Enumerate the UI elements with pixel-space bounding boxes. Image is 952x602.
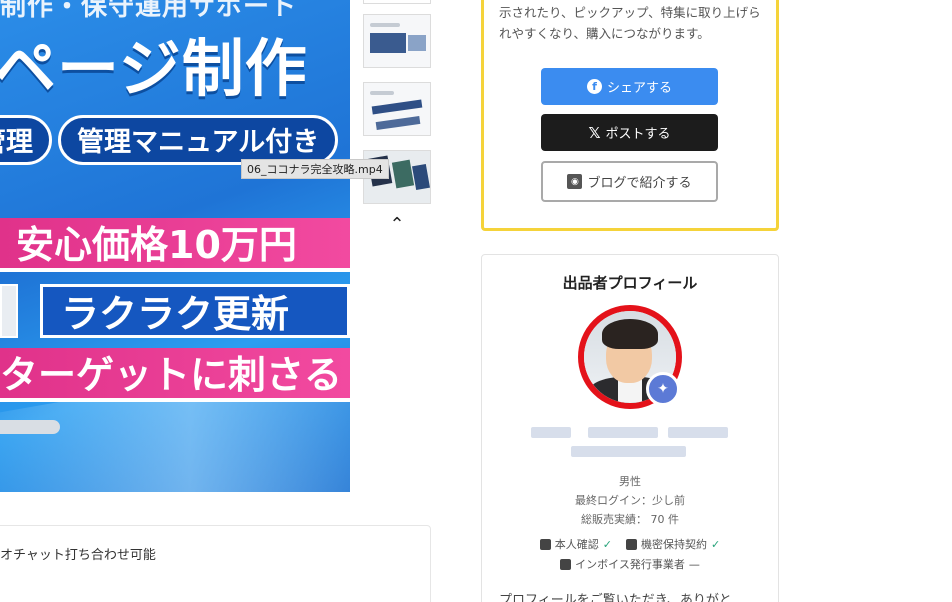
product-hero-image[interactable]: 制作・保守運用サポート ページ制作 管理 管理マニュアル付き 安心価格10万円 … (0, 0, 350, 492)
avatar-hair (602, 319, 658, 349)
identity-verified-label: 本人確認 (554, 538, 599, 551)
hero-tag-manual: 管理マニュアル付き (58, 115, 339, 165)
invoice-label: インボイス発行事業者 (575, 558, 685, 571)
check-icon: ✓ (711, 537, 721, 551)
chat-availability-text: オチャット打ち合わせ可能 (0, 548, 156, 563)
blurred-name (668, 427, 728, 438)
device-illustration (0, 284, 18, 338)
chevron-up-icon[interactable]: ⌃ (386, 214, 408, 236)
invoice-row: インボイス発行事業者 — (481, 556, 779, 572)
rank-badge-icon: ✦ (646, 372, 680, 406)
blurred-name (531, 427, 571, 438)
thumbnail-2[interactable] (363, 82, 431, 136)
facebook-share-button[interactable]: f シェアする (541, 68, 718, 105)
dash-icon: — (688, 557, 700, 571)
lock-icon (626, 538, 637, 550)
thumb-block (371, 99, 423, 115)
id-card-icon (539, 538, 551, 550)
facebook-share-label: シェアする (606, 81, 672, 96)
hero-tag-management: 管理 (0, 115, 52, 165)
hero-price-stripe: 安心価格10万円 (0, 218, 350, 272)
rss-icon: ◉ (567, 174, 583, 189)
share-description: 示されたり、ピックアップ、特集に取り上げられやすくなり、購入につながります。 (499, 5, 761, 41)
hero-target-stripe: ターゲットに刺さる (0, 348, 350, 402)
thumbnail-1[interactable] (363, 14, 431, 68)
blog-share-label: ブログで紹介する (587, 176, 692, 191)
hero-update-stripe: ラクラク更新 (40, 284, 350, 338)
x-logo-icon: 𝕏 (588, 123, 601, 142)
x-post-label: ポストする (605, 127, 671, 142)
video-filename-tooltip: 06_ココナラ完全攻略.mp4 (241, 159, 389, 179)
blurred-name (588, 427, 658, 438)
thumb-line (370, 23, 400, 27)
invoice-badge: インボイス発行事業者 — (560, 556, 700, 572)
blurred-headline (571, 446, 686, 457)
hero-title: ページ制作 (0, 32, 308, 105)
facebook-icon: f (586, 79, 602, 94)
verification-row: 本人確認 ✓ 機密保持契約 ✓ (481, 536, 779, 552)
seller-gender: 男性 (619, 475, 641, 488)
seller-total-sales: 総販売実績： 70 件 (581, 513, 679, 526)
profile-intro-text: プロフィールをご覧いただき、ありがと (499, 593, 732, 602)
thumb-line (370, 91, 394, 95)
laptop-illustration (0, 420, 60, 434)
thumb-block (375, 115, 421, 131)
x-post-button[interactable]: 𝕏 ポストする (541, 114, 718, 151)
check-icon: ✓ (602, 537, 612, 551)
nda-badge: 機密保持契約 ✓ (626, 536, 720, 552)
thumb-block (408, 35, 426, 51)
avatar-shirt (618, 379, 642, 403)
document-icon (560, 558, 572, 570)
thumb-block (370, 33, 406, 53)
seller-last-login: 最終ログイン：少し前 (575, 494, 685, 507)
service-feature-box (0, 525, 431, 602)
thumbnail-partial[interactable] (363, 0, 431, 4)
nda-label: 機密保持契約 (641, 538, 707, 551)
identity-verified-badge: 本人確認 ✓ (539, 536, 612, 552)
profile-title: 出品者プロフィール (562, 274, 698, 292)
blog-share-button[interactable]: ◉ ブログで紹介する (541, 161, 718, 202)
